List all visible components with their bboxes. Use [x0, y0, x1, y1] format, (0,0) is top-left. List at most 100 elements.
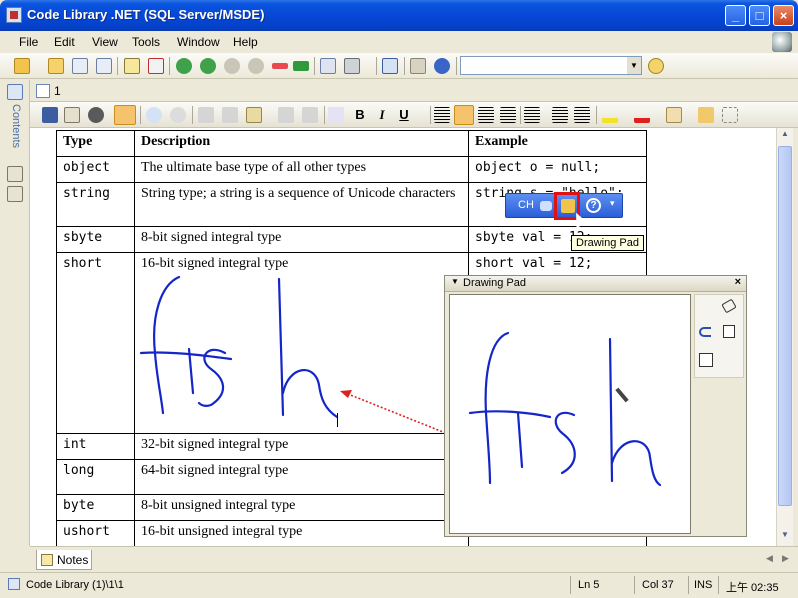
- type-cell[interactable]: int: [56, 433, 135, 460]
- description-cell[interactable]: 8-bit signed integral type: [134, 226, 469, 253]
- align-left-icon[interactable]: [454, 105, 474, 125]
- drawing-pad-panel[interactable]: ▼ Drawing Pad ×: [444, 275, 747, 537]
- description-cell[interactable]: 16-bit unsigned integral type: [134, 520, 469, 546]
- favorites-panel-icon[interactable]: [7, 186, 23, 202]
- forward-icon[interactable]: [200, 58, 216, 74]
- menu-tools[interactable]: Tools: [132, 35, 160, 49]
- down-icon[interactable]: [248, 58, 264, 74]
- highlight-icon[interactable]: [602, 107, 618, 123]
- cut-icon[interactable]: [198, 107, 214, 123]
- example-cell[interactable]: object o = null;: [468, 156, 647, 183]
- undo-stroke-icon[interactable]: [699, 327, 711, 337]
- menu-view[interactable]: View: [92, 35, 118, 49]
- notes-tab[interactable]: Notes: [36, 550, 92, 570]
- refresh-icon[interactable]: [72, 58, 88, 74]
- description-cell[interactable]: 16-bit signed integral type: [134, 252, 469, 434]
- type-cell[interactable]: byte: [56, 494, 135, 521]
- table-icon[interactable]: [722, 107, 738, 123]
- properties-icon[interactable]: [96, 58, 112, 74]
- options-icon[interactable]: [410, 58, 426, 74]
- header-description[interactable]: Description: [134, 130, 469, 157]
- drawing-pad-close-button[interactable]: ×: [735, 276, 741, 288]
- insert-link-icon[interactable]: [698, 107, 714, 123]
- italic-icon[interactable]: I: [374, 107, 390, 123]
- delete-icon[interactable]: [148, 58, 164, 74]
- scrollbar-thumb[interactable]: [778, 146, 792, 506]
- scroll-up-icon[interactable]: ▲: [778, 129, 792, 143]
- scroll-down-icon[interactable]: ▼: [778, 530, 792, 544]
- menu-edit[interactable]: Edit: [54, 35, 75, 49]
- font-icon[interactable]: [328, 107, 344, 123]
- align-right-icon[interactable]: [500, 107, 516, 123]
- align-center-icon[interactable]: [478, 107, 494, 123]
- remove-icon[interactable]: [272, 63, 288, 69]
- type-cell[interactable]: ushort: [56, 520, 135, 546]
- copy-ink-icon[interactable]: [723, 325, 735, 338]
- redo-icon[interactable]: [170, 107, 186, 123]
- description-cell[interactable]: 8-bit unsigned integral type: [134, 494, 469, 521]
- up-icon[interactable]: [224, 58, 240, 74]
- description-cell[interactable]: 32-bit signed integral type: [134, 433, 469, 460]
- justify-icon[interactable]: [434, 107, 450, 123]
- properties-icon[interactable]: [64, 107, 80, 123]
- bold-icon[interactable]: B: [352, 107, 368, 123]
- tab-scroll-left-icon[interactable]: ◀: [766, 553, 773, 564]
- type-cell[interactable]: string: [56, 182, 135, 227]
- save-icon[interactable]: [42, 107, 58, 123]
- font-color-icon[interactable]: [634, 107, 650, 123]
- indent-icon[interactable]: [574, 107, 590, 123]
- send-ink-icon[interactable]: [699, 353, 713, 367]
- export-icon[interactable]: [320, 58, 336, 74]
- clear-icon[interactable]: [302, 107, 318, 123]
- panel-menu-icon[interactable]: ▼: [451, 277, 459, 286]
- help-icon[interactable]: ?: [586, 198, 601, 213]
- vertical-scrollbar[interactable]: ▲ ▼: [776, 128, 793, 546]
- copy-icon[interactable]: [222, 107, 238, 123]
- description-cell[interactable]: String type; a string is a sequence of U…: [134, 182, 469, 227]
- close-button[interactable]: ×: [773, 5, 794, 26]
- menu-file[interactable]: File: [19, 35, 38, 49]
- menu-help[interactable]: Help: [233, 35, 258, 49]
- undo-icon[interactable]: [146, 107, 162, 123]
- type-cell[interactable]: object: [56, 156, 135, 183]
- description-cell[interactable]: The ultimate base type of all other type…: [134, 156, 469, 183]
- title-bar[interactable]: Code Library .NET (SQL Server/MSDE) _ □ …: [0, 0, 798, 31]
- type-cell[interactable]: sbyte: [56, 226, 135, 253]
- search-combo[interactable]: ▼: [460, 56, 642, 75]
- open-icon[interactable]: [48, 58, 64, 74]
- ime-language-button[interactable]: CH: [518, 199, 534, 211]
- drawing-pad-button[interactable]: [561, 199, 575, 213]
- find-icon[interactable]: [88, 107, 104, 123]
- description-cell[interactable]: 64-bit signed integral type: [134, 459, 469, 495]
- header-type[interactable]: Type: [56, 130, 135, 157]
- header-example[interactable]: Example: [468, 130, 647, 157]
- help-icon[interactable]: [434, 58, 450, 74]
- format-painter-icon[interactable]: [278, 107, 294, 123]
- drawing-pad-title-bar[interactable]: ▼ Drawing Pad ×: [445, 276, 746, 292]
- minimize-button[interactable]: _: [725, 5, 746, 26]
- add-icon[interactable]: [293, 61, 309, 71]
- layout-icon[interactable]: [382, 58, 398, 74]
- open-folder-icon[interactable]: [14, 58, 30, 74]
- maximize-button[interactable]: □: [749, 5, 770, 26]
- menu-window[interactable]: Window: [177, 35, 220, 49]
- tab-scroll-right-icon[interactable]: ▶: [782, 553, 789, 564]
- insert-image-icon[interactable]: [666, 107, 682, 123]
- bullet-list-icon[interactable]: [524, 107, 540, 123]
- back-icon[interactable]: [176, 58, 192, 74]
- outdent-icon[interactable]: [552, 107, 568, 123]
- app-icon[interactable]: [6, 7, 22, 23]
- new-item-icon[interactable]: [124, 58, 140, 74]
- paste-icon[interactable]: [246, 107, 262, 123]
- search-panel-icon[interactable]: [7, 166, 23, 182]
- eraser-icon[interactable]: [721, 298, 737, 314]
- handwriting-icon[interactable]: [540, 201, 552, 211]
- chevron-down-icon[interactable]: ▼: [627, 57, 641, 74]
- contents-tab[interactable]: Contents: [8, 104, 22, 156]
- go-icon[interactable]: [648, 58, 664, 74]
- contents-icon[interactable]: [7, 84, 23, 100]
- document-tab[interactable]: 1: [54, 84, 61, 98]
- drawing-canvas[interactable]: [449, 294, 691, 534]
- type-cell[interactable]: short: [56, 252, 135, 434]
- underline-icon[interactable]: U: [396, 107, 412, 123]
